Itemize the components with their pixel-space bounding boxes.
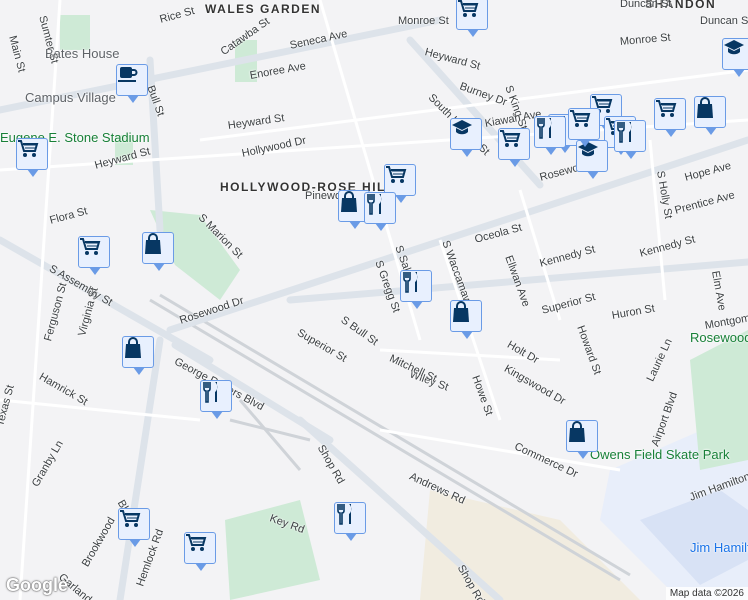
cart-marker[interactable] [16,138,48,177]
cart-marker[interactable] [568,108,600,147]
street-label: Duncan St [620,0,672,10]
cart-marker[interactable] [498,128,530,167]
street-label: Duncan St [700,15,748,27]
poi-rosewood-park: Rosewood Park [690,330,748,345]
cart-marker[interactable] [118,508,150,547]
restaurant-marker[interactable] [400,270,432,309]
map-attribution[interactable]: Map data ©2026 [665,587,748,600]
poi-skate-park: Owens Field Skate Park [590,447,730,462]
restaurant-marker[interactable] [200,380,232,419]
poi-campus-village: Campus Village [25,90,116,105]
cart-marker[interactable] [456,0,488,37]
school-marker[interactable] [722,38,748,77]
google-logo: Google [6,575,68,595]
restaurant-marker[interactable] [364,192,396,231]
bag-marker[interactable] [122,336,154,375]
poi-airport: Jim Hamilton - LB Owens Airport (CUB) [690,540,748,555]
map-canvas[interactable]: WALES GARDEN SHANDON HOLLYWOOD-ROSE HILL Ba… [0,0,748,600]
school-marker[interactable] [450,118,482,157]
neighborhood-wales-garden: WALES GARDEN [205,2,322,16]
coffee-marker[interactable] [116,64,148,103]
bag-marker[interactable] [142,232,174,271]
restaurant-marker[interactable] [614,120,646,159]
street-label: Monroe St [398,15,449,27]
cart-marker[interactable] [184,532,216,571]
cart-marker[interactable] [654,98,686,137]
bag-marker[interactable] [694,96,726,135]
bag-marker[interactable] [566,420,598,459]
cart-marker[interactable] [78,236,110,275]
bag-marker[interactable] [450,300,482,339]
restaurant-marker[interactable] [334,502,366,541]
restaurant-marker[interactable] [534,116,566,155]
